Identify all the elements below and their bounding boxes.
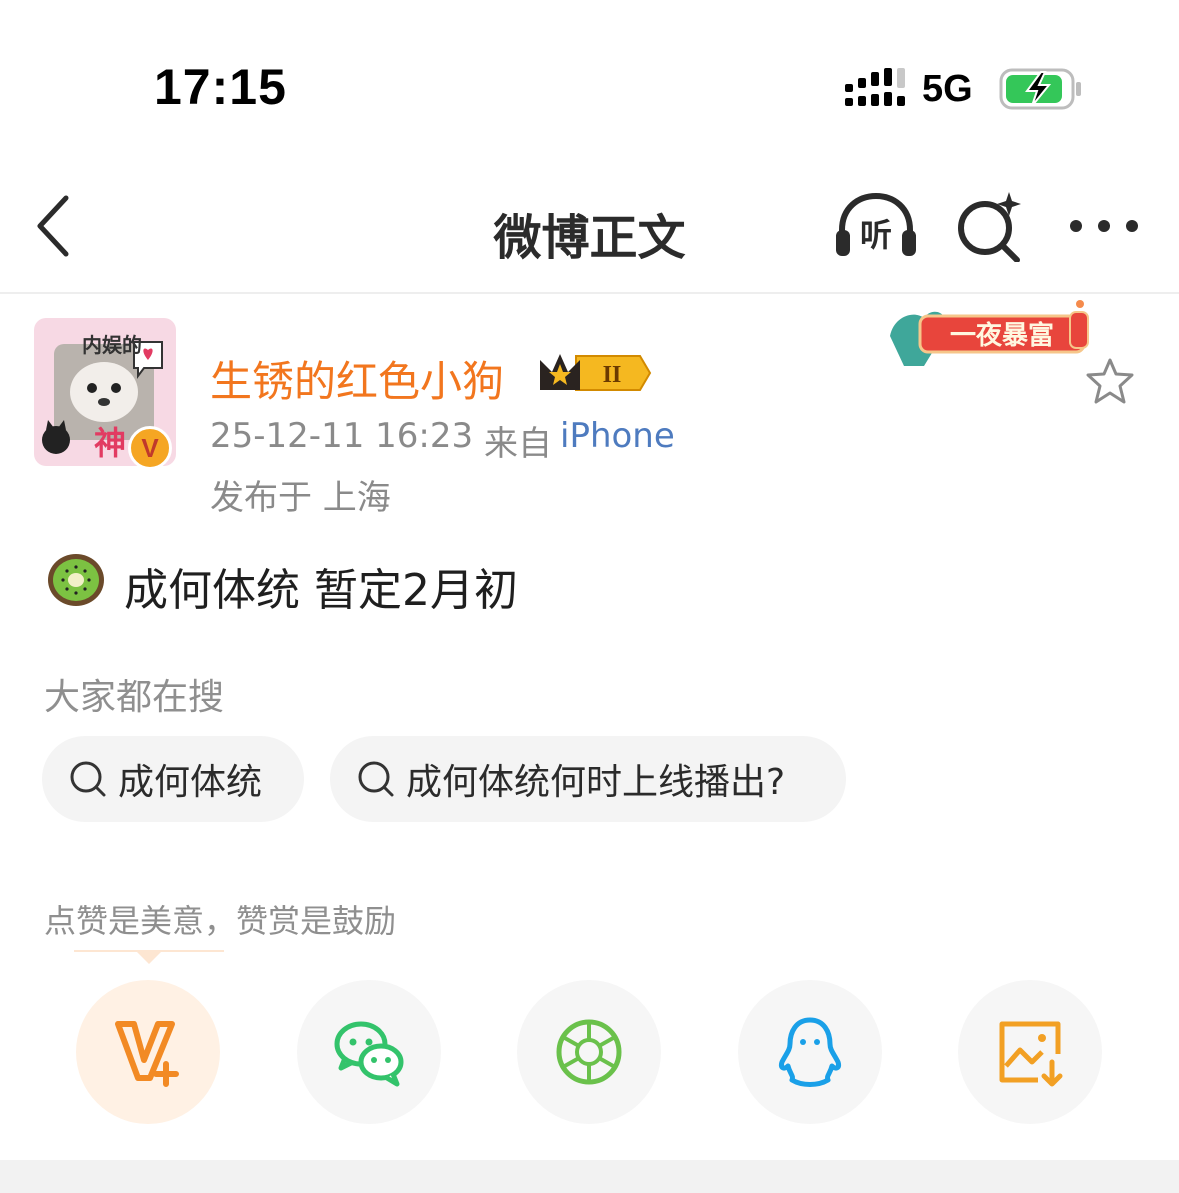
listen-label: 听 — [860, 216, 892, 254]
hot-search-title: 大家都在搜 — [44, 677, 225, 718]
post-from-label: 来自 — [484, 424, 552, 464]
network-type: 5G — [922, 68, 973, 110]
decoration-banner[interactable]: 一夜暴富 — [884, 296, 1096, 370]
more-icon[interactable] — [1068, 212, 1140, 240]
post-source-link[interactable]: iPhone — [560, 416, 675, 456]
kiwi-icon — [48, 554, 104, 606]
reward-text: 点赞是美意，赞赏是鼓励 — [44, 902, 397, 940]
post-text: 成何体统 暂定2月初 — [124, 565, 518, 616]
save-image-button[interactable] — [958, 980, 1102, 1124]
avatar-text-top: 内娱的 — [82, 333, 142, 357]
hot-search-chip[interactable]: 成何体统 — [42, 736, 304, 822]
nav-divider — [0, 292, 1179, 294]
save-image-icon — [999, 1021, 1063, 1087]
avatar-text-bottom: 神 — [94, 424, 126, 462]
hot-search-chip-label: 成何体统 — [118, 762, 263, 803]
reward-pointer — [74, 950, 224, 964]
moments-share-button[interactable] — [517, 980, 661, 1124]
listen-headphone-icon[interactable]: 听 — [834, 190, 918, 262]
qq-icon — [779, 1017, 841, 1087]
decoration-banner-text: 一夜暴富 — [950, 320, 1054, 351]
v-plus-button[interactable] — [76, 980, 220, 1124]
wechat-icon — [334, 1021, 404, 1087]
author-name[interactable]: 生锈的红色小狗 — [210, 348, 504, 409]
hot-search-chip-label: 成何体统何时上线播出? — [406, 762, 786, 803]
verified-badge: V — [128, 426, 172, 470]
wechat-share-button[interactable] — [297, 980, 441, 1124]
v-plus-icon — [115, 1021, 179, 1087]
bottom-bar — [0, 1160, 1179, 1193]
favorite-star-icon[interactable] — [1084, 356, 1136, 406]
vip-level: II — [603, 362, 622, 388]
hot-search-chip[interactable]: 成何体统何时上线播出? — [330, 736, 846, 822]
moments-icon — [556, 1019, 622, 1085]
status-time: 17:15 — [154, 59, 287, 115]
vip-crown-badge-icon[interactable]: II — [536, 350, 652, 396]
post-time: 25-12-11 16:23 — [210, 416, 474, 456]
battery-charging-icon — [999, 68, 1081, 110]
qq-share-button[interactable] — [738, 980, 882, 1124]
post-location: 发布于 上海 — [210, 478, 391, 518]
signal-icon — [845, 68, 905, 106]
search-icon — [70, 761, 106, 797]
ai-search-icon[interactable] — [955, 190, 1025, 262]
search-icon — [358, 761, 394, 797]
